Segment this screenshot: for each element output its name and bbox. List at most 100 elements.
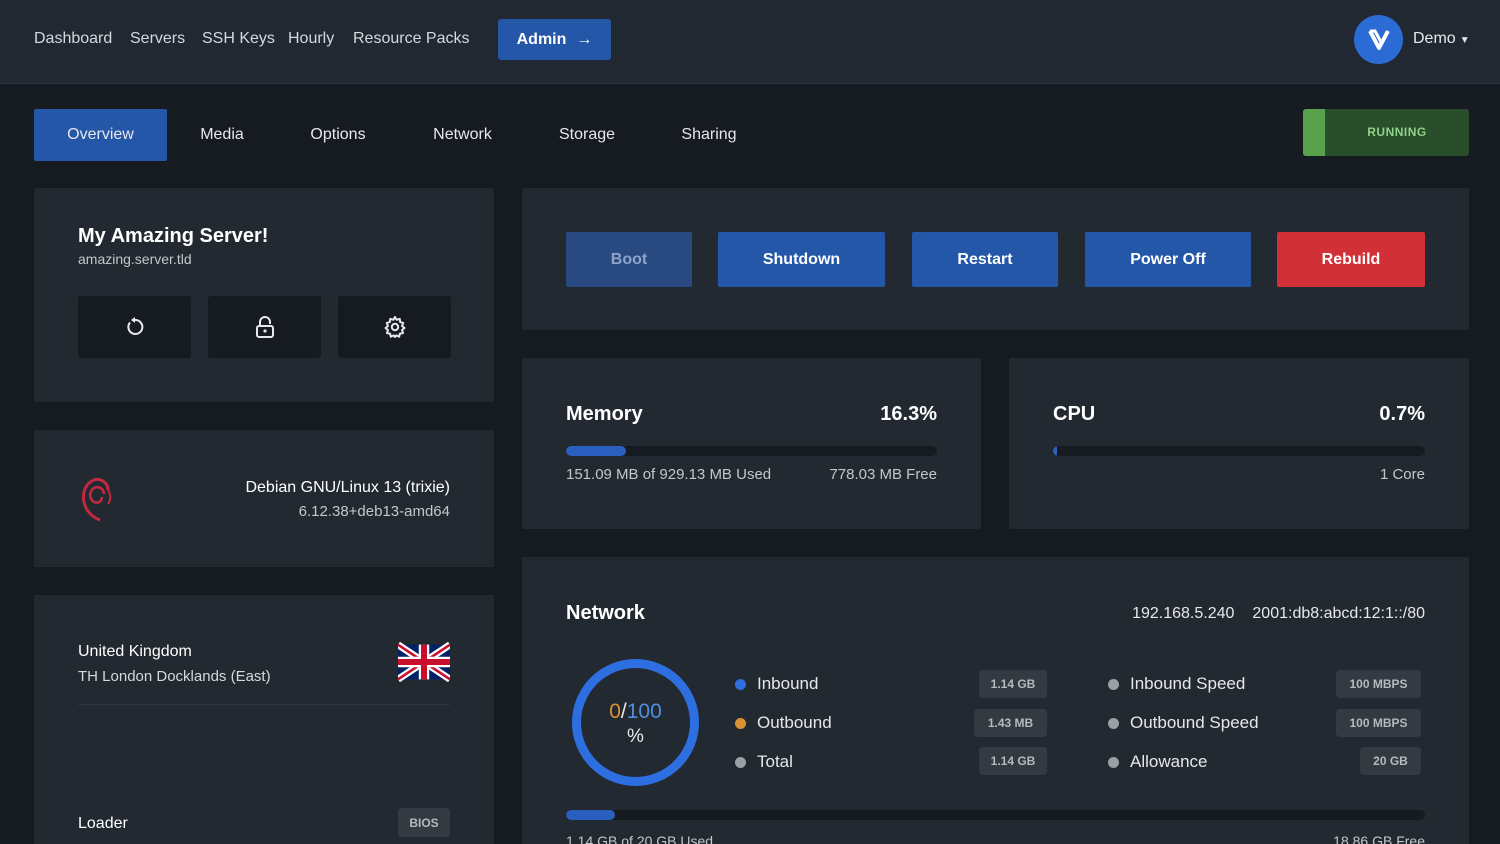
tab-overview[interactable]: Overview xyxy=(34,109,167,161)
donut-used: 0 xyxy=(609,699,621,723)
cpu-title: CPU xyxy=(1053,403,1096,425)
memory-panel: Memory 16.3% 151.09 MB of 929.13 MB Used… xyxy=(522,358,981,529)
donut-value: 0/100 xyxy=(609,698,662,726)
loader-label: Loader xyxy=(78,815,128,832)
status-badge: RUNNING xyxy=(1303,109,1469,156)
speed-label: Inbound Speed xyxy=(1130,674,1246,693)
avatar[interactable] xyxy=(1354,15,1403,64)
network-addresses: 192.168.5.240 2001:db8:abcd:12:1::/80 xyxy=(1132,605,1425,623)
top-navbar: Dashboard Servers SSH Keys Hourly Resour… xyxy=(0,0,1500,84)
speed-label: Outbound Speed xyxy=(1130,713,1259,732)
location-country: United Kingdom xyxy=(78,643,192,660)
shutdown-button[interactable]: Shutdown xyxy=(718,232,885,287)
total-dot-icon xyxy=(735,756,746,768)
os-kernel: 6.12.38+deb13-amd64 xyxy=(298,503,450,520)
cpu-percent: 0.7% xyxy=(1379,403,1425,425)
status-indicator xyxy=(1303,109,1325,156)
ipv6-address: 2001:db8:abcd:12:1::/80 xyxy=(1252,605,1425,622)
divider xyxy=(78,704,450,705)
tab-options[interactable]: Options xyxy=(298,109,378,161)
inbound-speed-item: Inbound Speed xyxy=(1108,674,1245,694)
cpu-cores: 1 Core xyxy=(1379,466,1425,483)
cpu-progress-fill xyxy=(1053,446,1057,456)
lock-button[interactable] xyxy=(208,296,321,358)
memory-free: 778.03 MB Free xyxy=(829,466,937,483)
cpu-progress-track xyxy=(1053,446,1425,456)
tab-storage[interactable]: Storage xyxy=(547,109,627,161)
memory-progress-track xyxy=(566,446,937,456)
network-progress-track xyxy=(566,810,1425,820)
uk-flag-icon xyxy=(398,642,450,682)
debian-logo-icon xyxy=(82,478,112,522)
arrow-right-icon: → xyxy=(576,30,593,48)
network-free: 18.86 GB Free xyxy=(1333,833,1425,844)
server-info-panel: My Amazing Server! amazing.server.tld xyxy=(34,188,494,402)
legend-inbound: Inbound xyxy=(735,674,818,694)
nav-hourly[interactable]: Hourly xyxy=(288,30,334,48)
user-menu[interactable]: Demo ▼ xyxy=(1413,30,1470,48)
outbound-dot-icon xyxy=(735,717,746,729)
gear-icon xyxy=(384,316,405,338)
boot-button[interactable]: Boot xyxy=(566,232,692,287)
legend-outbound: Outbound xyxy=(735,713,832,733)
legend-total: Total xyxy=(735,752,793,772)
location-panel: United Kingdom TH London Docklands (East… xyxy=(34,595,494,844)
legend-label: Outbound xyxy=(757,713,832,732)
os-panel: Debian GNU/Linux 13 (trixie) 6.12.38+deb… xyxy=(34,430,494,567)
nav-resource-packs[interactable]: Resource Packs xyxy=(353,30,470,48)
cpu-panel: CPU 0.7% 1 Core xyxy=(1009,358,1469,529)
os-name: Debian GNU/Linux 13 (trixie) xyxy=(245,479,450,496)
status-text: RUNNING xyxy=(1367,125,1427,139)
admin-button[interactable]: Admin → xyxy=(498,19,611,60)
outbound-value-badge: 1.43 MB xyxy=(974,709,1047,737)
server-hostname: amazing.server.tld xyxy=(78,251,192,267)
outbound-speed-badge: 100 MBPS xyxy=(1336,709,1421,737)
user-name: Demo xyxy=(1413,30,1456,47)
total-value-badge: 1.14 GB xyxy=(979,747,1047,775)
admin-button-label: Admin xyxy=(516,30,567,48)
allowance-badge: 20 GB xyxy=(1360,747,1421,775)
lock-icon xyxy=(255,316,274,338)
loader-badge: BIOS xyxy=(398,808,450,837)
network-used: 1.14 GB of 20 GB Used xyxy=(566,833,714,844)
refresh-button[interactable] xyxy=(78,296,191,358)
legend-label: Total xyxy=(757,752,793,771)
inbound-speed-dot-icon xyxy=(1108,678,1119,690)
caret-down-icon: ▼ xyxy=(1459,35,1470,46)
speed-label: Allowance xyxy=(1130,752,1208,771)
tab-network[interactable]: Network xyxy=(420,109,505,161)
allowance-item: Allowance xyxy=(1108,752,1208,772)
network-panel: Network 192.168.5.240 2001:db8:abcd:12:1:… xyxy=(522,557,1469,844)
memory-title: Memory xyxy=(566,403,643,425)
memory-percent: 16.3% xyxy=(880,403,937,425)
donut-max: 100 xyxy=(626,699,662,723)
inbound-speed-badge: 100 MBPS xyxy=(1336,670,1421,698)
refresh-icon xyxy=(126,317,143,335)
v-logo-icon xyxy=(1367,29,1390,50)
memory-used: 151.09 MB of 929.13 MB Used xyxy=(566,466,772,483)
inbound-value-badge: 1.14 GB xyxy=(979,670,1047,698)
legend-label: Inbound xyxy=(757,674,819,693)
rebuild-button[interactable]: Rebuild xyxy=(1277,232,1425,287)
nav-ssh-keys[interactable]: SSH Keys xyxy=(202,30,275,48)
location-datacenter: TH London Docklands (East) xyxy=(78,668,271,685)
power-off-button[interactable]: Power Off xyxy=(1085,232,1251,287)
allowance-dot-icon xyxy=(1108,756,1119,768)
restart-button[interactable]: Restart xyxy=(912,232,1058,287)
outbound-speed-item: Outbound Speed xyxy=(1108,713,1259,733)
network-title: Network xyxy=(566,602,645,624)
settings-button[interactable] xyxy=(338,296,451,358)
nav-servers[interactable]: Servers xyxy=(130,30,185,48)
ipv4-address: 192.168.5.240 xyxy=(1132,605,1235,622)
tab-media[interactable]: Media xyxy=(188,109,256,161)
server-name: My Amazing Server! xyxy=(78,225,269,247)
donut-label: 0/100 % xyxy=(572,659,699,786)
tab-sharing[interactable]: Sharing xyxy=(669,109,749,161)
network-progress-fill xyxy=(566,810,615,820)
inbound-dot-icon xyxy=(735,678,746,690)
outbound-speed-dot-icon xyxy=(1108,717,1119,729)
nav-dashboard[interactable]: Dashboard xyxy=(34,30,112,48)
donut-unit: % xyxy=(627,725,644,747)
memory-progress-fill xyxy=(566,446,627,456)
power-actions-panel: Boot Shutdown Restart Power Off Rebuild xyxy=(522,188,1469,330)
